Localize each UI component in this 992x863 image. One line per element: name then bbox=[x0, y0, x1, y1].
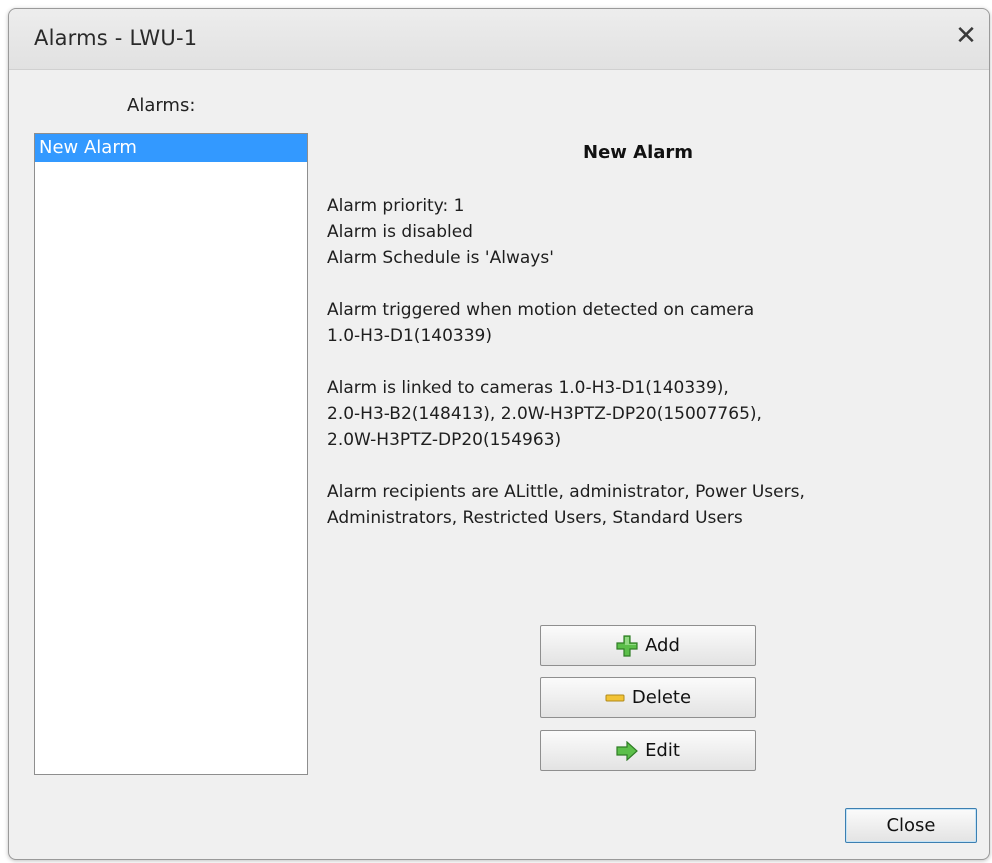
alarm-status-section: Alarm priority: 1 Alarm is disabled Alar… bbox=[327, 193, 967, 271]
linked-cameras-text: 2.0-H3-B2(148413), 2.0W-H3PTZ-DP20(15007… bbox=[327, 404, 762, 424]
alarm-detail-title: New Alarm bbox=[583, 142, 694, 163]
minus-icon bbox=[605, 693, 625, 703]
dialog-title: Alarms - LWU-1 bbox=[34, 26, 198, 50]
title-bar: Alarms - LWU-1 ✕ bbox=[9, 9, 989, 70]
close-icon[interactable]: ✕ bbox=[953, 23, 979, 49]
close-button[interactable]: Close bbox=[845, 808, 977, 843]
alarms-list-label: Alarms: bbox=[127, 95, 196, 116]
linked-cameras-text: Alarm is linked to cameras 1.0-H3-D1(140… bbox=[327, 378, 729, 398]
alarms-dialog: Alarms - LWU-1 ✕ Alarms: New Alarm New A… bbox=[8, 8, 990, 860]
recipients-text: Alarm recipients are ALittle, administra… bbox=[327, 482, 805, 502]
alarm-trigger-section: Alarm triggered when motion detected on … bbox=[327, 297, 967, 349]
alarm-recipients-section: Alarm recipients are ALittle, administra… bbox=[327, 479, 967, 531]
add-button[interactable]: Add bbox=[540, 625, 756, 666]
delete-button[interactable]: Delete bbox=[540, 677, 756, 718]
linked-cameras-text: 2.0W-H3PTZ-DP20(154963) bbox=[327, 430, 562, 450]
alarm-trigger-text: Alarm triggered when motion detected on … bbox=[327, 300, 755, 320]
alarm-enabled-text: Alarm is disabled bbox=[327, 222, 473, 242]
alarm-schedule-text: Alarm Schedule is 'Always' bbox=[327, 248, 554, 268]
alarm-linked-cameras-section: Alarm is linked to cameras 1.0-H3-D1(140… bbox=[327, 375, 967, 453]
alarm-details: Alarm priority: 1 Alarm is disabled Alar… bbox=[327, 193, 967, 557]
edit-button-label: Edit bbox=[645, 740, 680, 761]
recipients-text: Administrators, Restricted Users, Standa… bbox=[327, 508, 743, 528]
delete-button-label: Delete bbox=[631, 687, 692, 708]
close-button-label: Close bbox=[886, 815, 936, 836]
alarm-priority-text: Alarm priority: 1 bbox=[327, 196, 465, 216]
arrow-right-icon bbox=[616, 740, 638, 761]
plus-icon bbox=[616, 634, 638, 657]
edit-button[interactable]: Edit bbox=[540, 730, 756, 771]
list-item[interactable]: New Alarm bbox=[35, 134, 307, 162]
alarms-list[interactable]: New Alarm bbox=[34, 133, 308, 775]
alarm-trigger-camera-text: 1.0-H3-D1(140339) bbox=[327, 326, 492, 346]
add-button-label: Add bbox=[645, 635, 680, 656]
